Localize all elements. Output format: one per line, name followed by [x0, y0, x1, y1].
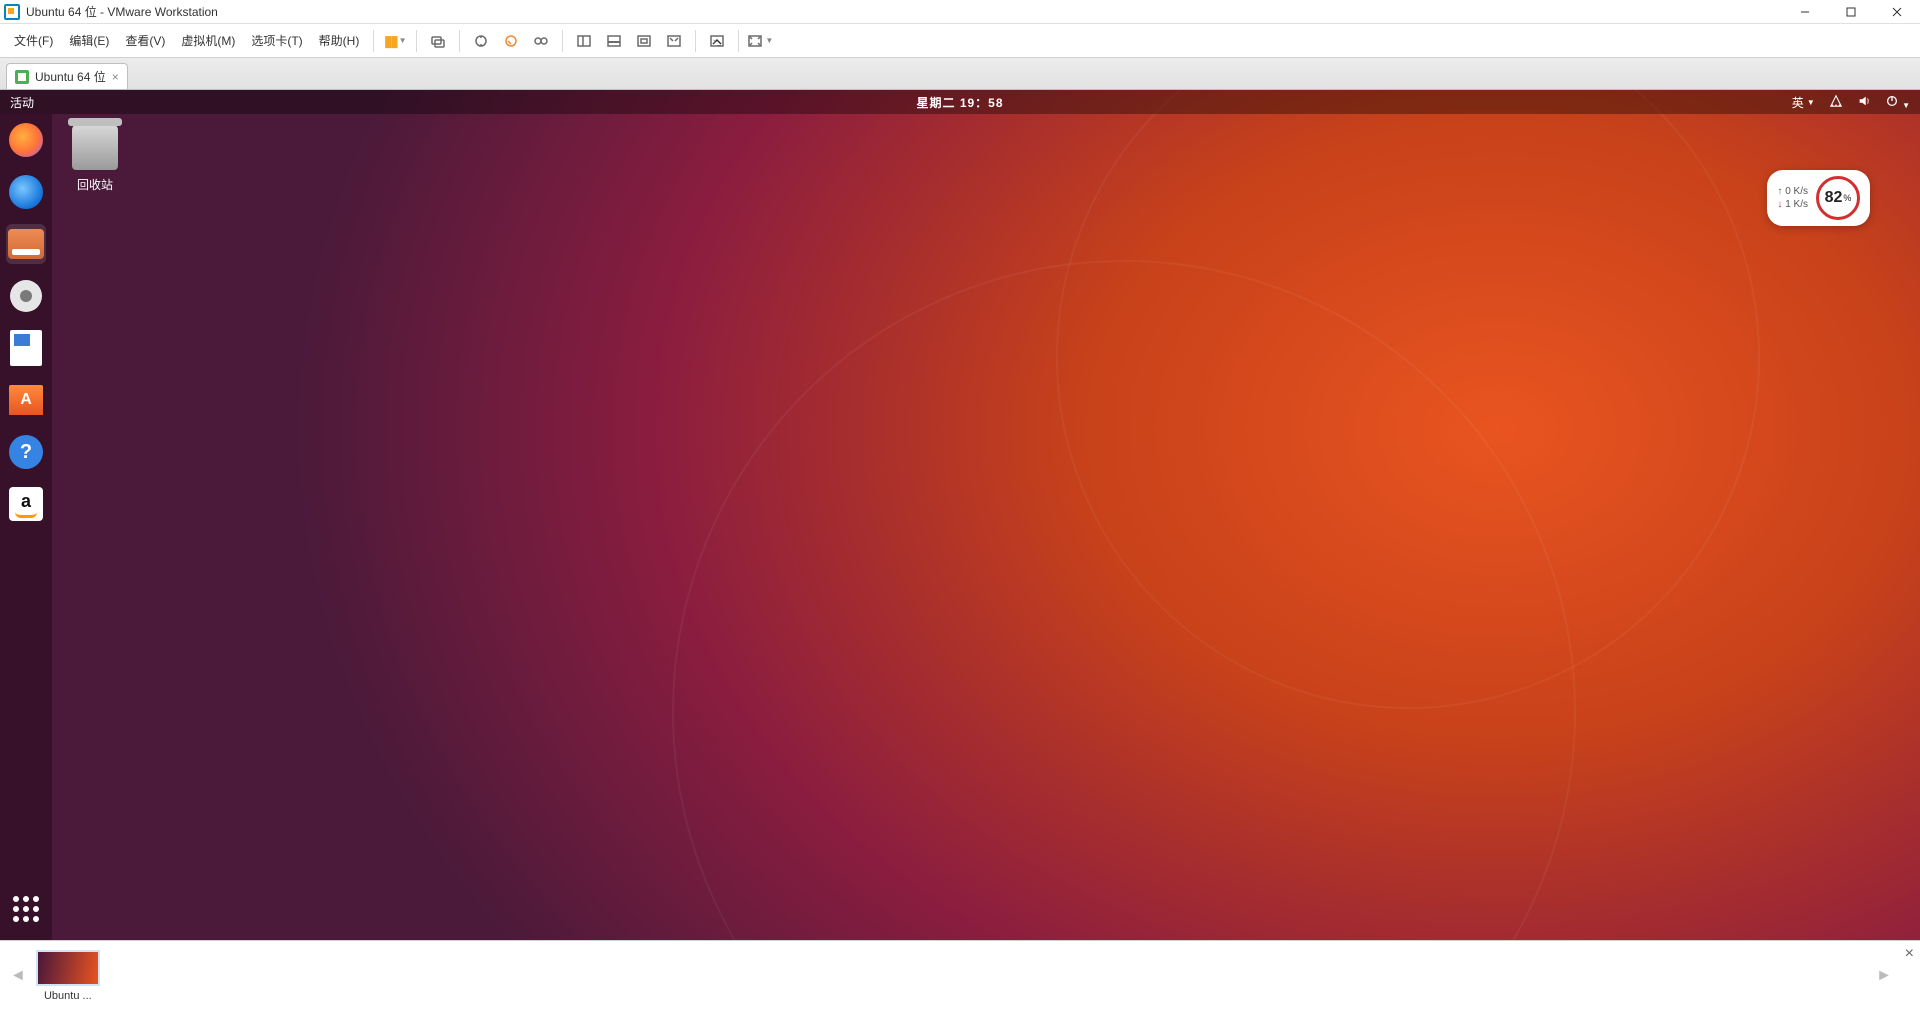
guest-display[interactable]: 活动 星期二 19：58 英 ▼ ▼ ? a: [0, 90, 1920, 940]
vm-tab-label: Ubuntu 64 位: [35, 68, 106, 85]
fullscreen-toggle-button[interactable]: ▼: [747, 28, 773, 54]
menu-edit[interactable]: 编辑(E): [61, 28, 117, 53]
net-upload-rate: 0 K/s: [1777, 186, 1808, 197]
trash-desktop-icon[interactable]: 回收站: [72, 124, 118, 193]
svg-text:>_: >_: [713, 39, 721, 46]
vm-thumbnail-image: [36, 950, 100, 986]
dock-thunderbird[interactable]: [6, 172, 46, 212]
dock-software[interactable]: [6, 380, 46, 420]
window-title: Ubuntu 64 位 - VMware Workstation: [26, 3, 218, 20]
toolbar-separator: [416, 30, 417, 52]
topbar-clock[interactable]: 星期二 19：58: [916, 94, 1003, 111]
vm-thumbnail-label: Ubuntu ...: [32, 990, 104, 1002]
snapshot-revert-button[interactable]: [498, 28, 524, 54]
system-monitor-widget[interactable]: 0 K/s 1 K/s 82%: [1767, 170, 1870, 226]
net-download-rate: 1 K/s: [1777, 199, 1808, 210]
gnome-topbar: 活动 星期二 19：58 英 ▼ ▼: [0, 90, 1920, 114]
vm-tab-ubuntu[interactable]: Ubuntu 64 位 ×: [6, 63, 128, 89]
toolbar-separator: [459, 30, 460, 52]
toolbar-separator: [562, 30, 563, 52]
trash-label: 回收站: [72, 176, 118, 193]
trash-icon: [72, 124, 118, 170]
thunderbird-icon: [9, 175, 43, 209]
volume-icon[interactable]: [1857, 94, 1871, 111]
thumbnail-bar-close-button[interactable]: ×: [1905, 945, 1914, 963]
snapshot-take-button[interactable]: [468, 28, 494, 54]
software-center-icon: [9, 385, 43, 415]
ubuntu-dock: ? a: [0, 114, 52, 940]
menubar: 文件(F) 编辑(E) 查看(V) 虚拟机(M) 选项卡(T) 帮助(H) ▮▮…: [0, 24, 1920, 58]
amazon-icon: a: [9, 487, 43, 521]
dock-writer[interactable]: [6, 328, 46, 368]
power-menu-icon[interactable]: ▼: [1885, 94, 1910, 111]
view-split-left-button[interactable]: [571, 28, 597, 54]
toolbar-separator: [738, 30, 739, 52]
cpu-gauge-unit: %: [1843, 193, 1851, 203]
toolbar-separator: [373, 30, 374, 52]
dock-amazon[interactable]: a: [6, 484, 46, 524]
firefox-icon: [9, 123, 43, 157]
menu-file[interactable]: 文件(F): [6, 28, 61, 53]
vm-thumbnail-bar: ◄ Ubuntu ... ► ×: [0, 940, 1920, 1010]
enter-unity-button[interactable]: >_: [704, 28, 730, 54]
vm-thumbnail[interactable]: Ubuntu ...: [32, 950, 104, 1002]
vm-tab-close-icon[interactable]: ×: [112, 70, 119, 84]
input-language-indicator[interactable]: 英 ▼: [1792, 94, 1815, 111]
view-stretch-button[interactable]: [631, 28, 657, 54]
files-icon: [8, 229, 44, 259]
chevron-down-icon: ▼: [1902, 101, 1910, 110]
writer-icon: [10, 330, 42, 366]
dock-help[interactable]: ?: [6, 432, 46, 472]
window-maximize-button[interactable]: [1828, 0, 1874, 24]
menu-tabs[interactable]: 选项卡(T): [243, 28, 310, 53]
show-applications-button[interactable]: [9, 892, 43, 926]
disks-icon: [10, 280, 42, 312]
toolbar-separator: [695, 30, 696, 52]
window-minimize-button[interactable]: [1782, 0, 1828, 24]
cpu-gauge: 82%: [1816, 176, 1860, 220]
dock-disks[interactable]: [6, 276, 46, 316]
snapshot-manager-button[interactable]: [528, 28, 554, 54]
thumb-scroll-left[interactable]: ◄: [10, 967, 26, 985]
thumb-scroll-right[interactable]: ►: [1876, 967, 1892, 985]
input-language-label: 英: [1792, 94, 1804, 111]
window-close-button[interactable]: [1874, 0, 1920, 24]
vmware-app-icon: [4, 4, 20, 20]
pause-vm-button[interactable]: ▮▮▼: [382, 28, 408, 54]
network-status-icon[interactable]: [1829, 94, 1843, 111]
window-titlebar: Ubuntu 64 位 - VMware Workstation: [0, 0, 1920, 24]
chevron-down-icon: ▼: [1807, 98, 1815, 107]
menu-help[interactable]: 帮助(H): [311, 28, 368, 53]
activities-button[interactable]: 活动: [10, 94, 34, 111]
send-ctrl-alt-del-button[interactable]: [425, 28, 451, 54]
desktop-icons-area: 回收站: [72, 124, 118, 193]
view-fullscreen-button[interactable]: [661, 28, 687, 54]
ubuntu-wallpaper: [0, 90, 1920, 940]
menu-view[interactable]: 查看(V): [117, 28, 173, 53]
help-icon: ?: [9, 435, 43, 469]
menu-vm[interactable]: 虚拟机(M): [173, 28, 243, 53]
dock-firefox[interactable]: [6, 120, 46, 160]
dock-files[interactable]: [6, 224, 46, 264]
vm-tab-icon: [15, 70, 29, 84]
cpu-gauge-value: 82: [1825, 189, 1843, 207]
vm-tabstrip: Ubuntu 64 位 ×: [0, 58, 1920, 90]
view-split-bottom-button[interactable]: [601, 28, 627, 54]
